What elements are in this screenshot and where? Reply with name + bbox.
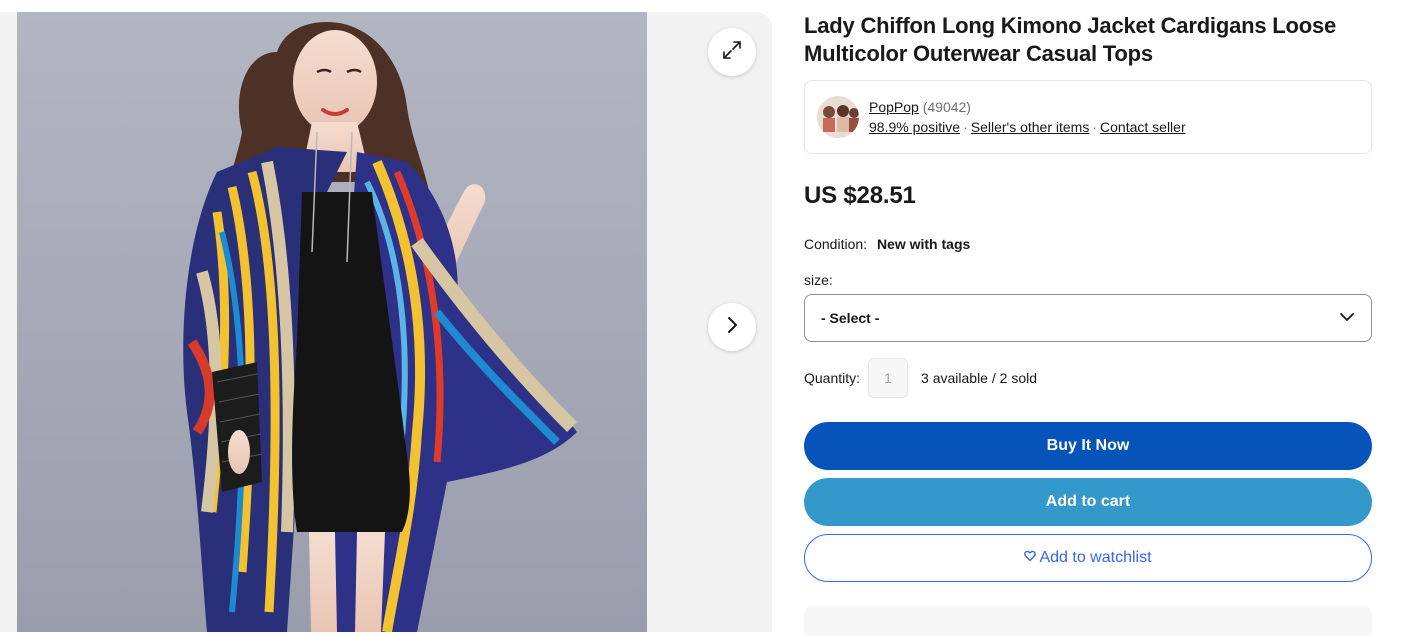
separator-dot: ·: [1092, 119, 1098, 135]
condition-row: Condition: New with tags: [804, 236, 1372, 252]
condition-label: Condition:: [804, 236, 868, 252]
expand-icon: [721, 39, 743, 66]
price: US $28.51: [804, 182, 916, 209]
seller-avatar[interactable]: [817, 96, 859, 138]
seller-other-items-link[interactable]: Seller's other items: [971, 119, 1090, 135]
product-details: Lady Chiffon Long Kimono Jacket Cardigan…: [804, 0, 1372, 636]
quantity-row: Quantity: 1 3 available / 2 sold: [804, 358, 1372, 398]
watchlist-label: Add to watchlist: [1039, 549, 1152, 566]
size-select-value: - Select -: [821, 310, 880, 326]
quantity-label: Quantity:: [804, 370, 861, 386]
chevron-right-icon: [723, 316, 741, 339]
quantity-availability: 3 available / 2 sold: [921, 370, 1037, 386]
heart-icon: [1024, 549, 1039, 567]
seller-name-link[interactable]: PopPop: [869, 99, 919, 115]
contact-seller-link[interactable]: Contact seller: [1100, 119, 1186, 135]
seller-positive-link[interactable]: 98.9% positive: [869, 119, 960, 135]
product-photo[interactable]: [17, 12, 647, 632]
condition-value: New with tags: [876, 236, 971, 252]
add-to-watchlist-button[interactable]: Add to watchlist: [804, 534, 1372, 582]
next-section-card: [804, 606, 1372, 636]
seller-card: PopPop (49042) 98.9% positive · Seller's o…: [804, 80, 1372, 154]
add-to-cart-button[interactable]: Add to cart: [804, 478, 1372, 526]
buy-it-now-button[interactable]: Buy It Now: [804, 422, 1372, 470]
expand-button[interactable]: [708, 28, 756, 76]
next-image-button[interactable]: [708, 303, 756, 351]
product-title: Lady Chiffon Long Kimono Jacket Cardigan…: [804, 13, 1337, 66]
image-gallery: [0, 12, 772, 632]
seller-feedback-count: (49042): [922, 99, 971, 115]
quantity-input[interactable]: 1: [868, 358, 909, 398]
size-select[interactable]: - Select -: [804, 294, 1372, 342]
separator-dot: ·: [963, 119, 968, 135]
chevron-down-icon: [1339, 309, 1355, 328]
size-label: size:: [804, 272, 833, 288]
